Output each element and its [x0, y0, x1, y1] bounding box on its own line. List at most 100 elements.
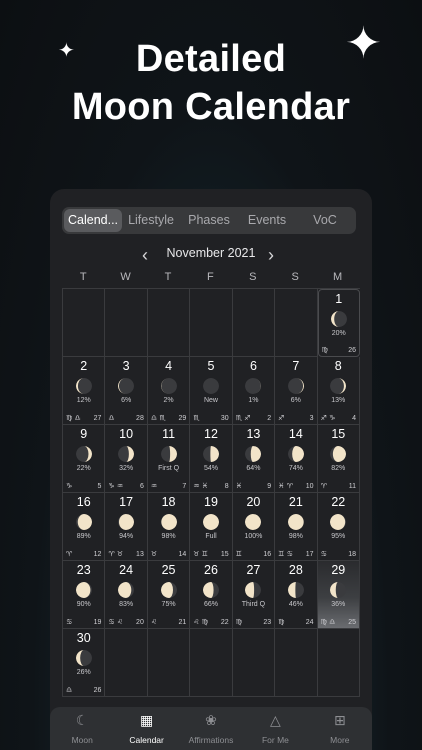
- zodiac-sign-icon: ♎: [108, 414, 115, 422]
- tab-label: Calendar: [129, 735, 164, 745]
- day-number: 29: [331, 563, 346, 577]
- empty-cell: [317, 629, 360, 697]
- day-cell[interactable]: 29 36% ♍ ♎ 25: [317, 561, 360, 629]
- day-cell[interactable]: 22 95% ♋ 18: [317, 493, 360, 561]
- empty-cell: [105, 629, 148, 697]
- day-cell[interactable]: 8 13% ♐ ♑ 4: [317, 357, 360, 425]
- day-cell[interactable]: 16 89% ♈ 12: [63, 493, 106, 561]
- illumination-label: 83%: [119, 601, 134, 608]
- lunar-day-number: 15: [220, 551, 229, 558]
- segment-tab[interactable]: Calend...: [64, 209, 122, 232]
- lunar-day-number: 4: [352, 415, 356, 422]
- tab-label: For Me: [261, 735, 289, 745]
- previous-month-arrow-icon[interactable]: ‹: [142, 245, 148, 266]
- illumination-label: 90%: [76, 601, 91, 608]
- moon-phase-icon: [75, 378, 92, 394]
- day-cell[interactable]: 6 1% ♏ ♐ 2: [232, 357, 276, 425]
- zodiac-sign-icon: ♍ ♎: [320, 618, 336, 626]
- day-cell[interactable]: 27 Third Q ♍ 23: [232, 561, 276, 629]
- day-cell[interactable]: 26 66% ♌ ♍ 22: [190, 561, 233, 629]
- day-cell[interactable]: 4 2% ♎ ♏ 29: [147, 357, 191, 425]
- lunar-day-number: 16: [263, 551, 272, 558]
- moon-phase-icon: [287, 514, 304, 530]
- moon-phase-icon: [287, 378, 304, 394]
- zodiac-sign-icon: ♋: [66, 618, 73, 626]
- tab-more[interactable]: ⊞ More: [308, 707, 372, 750]
- zodiac-sign-icon: ♎: [66, 686, 73, 694]
- lunar-day-number: 26: [348, 347, 356, 354]
- zodiac-sign-icon: ♑ ♒: [108, 482, 124, 490]
- month-navigator: ‹ November 2021 ›: [50, 245, 372, 266]
- day-number: 22: [331, 495, 346, 509]
- lunar-day-number: 8: [224, 483, 229, 490]
- moon-phase-icon: [75, 446, 92, 462]
- lunar-day-number: 3: [309, 415, 314, 422]
- zodiac-sign-icon: ♒ ♓: [193, 482, 209, 490]
- segment-tab[interactable]: VoC: [296, 209, 354, 232]
- moon-phase-icon: [160, 378, 177, 394]
- day-cell[interactable]: 25 75% ♌ 21: [147, 561, 191, 629]
- day-cell[interactable]: 1 20% ♍ 26: [317, 289, 360, 357]
- segment-tab[interactable]: Phases: [180, 209, 238, 232]
- moon-phase-icon: [118, 514, 135, 530]
- lunar-day-number: 27: [93, 415, 102, 422]
- weekday-label: F: [207, 271, 214, 283]
- moon-phase-icon: [330, 446, 347, 462]
- day-number: 19: [204, 495, 218, 509]
- illumination-label: 64%: [246, 465, 261, 472]
- empty-cell: [63, 289, 106, 357]
- moon-phase-icon: [245, 514, 262, 530]
- day-cell[interactable]: 2 12% ♍ ♎ 27: [63, 357, 106, 425]
- lunar-day-number: 28: [136, 415, 144, 422]
- lunar-day-number: 13: [136, 551, 144, 558]
- tab-calendar[interactable]: ▦ Calendar: [114, 707, 178, 750]
- moon-phase-icon: [202, 514, 219, 530]
- zodiac-sign-icon: ♉: [150, 550, 158, 558]
- day-cell[interactable]: 9 22% ♑ 5: [63, 425, 106, 493]
- zodiac-sign-icon: ♎ ♏: [150, 414, 166, 422]
- tab-moon[interactable]: ☾ Moon: [50, 707, 114, 750]
- day-cell[interactable]: 21 98% ♊ ♋ 17: [275, 493, 318, 561]
- day-number: 27: [246, 563, 261, 577]
- illumination-label: Full: [205, 533, 217, 540]
- day-cell[interactable]: 30 26% ♎ 26: [63, 629, 106, 697]
- day-number: 28: [288, 563, 303, 577]
- day-cell[interactable]: 23 90% ♋ 19: [63, 561, 106, 629]
- day-cell[interactable]: 13 64% ♓ 9: [232, 425, 276, 493]
- day-cell[interactable]: 7 6% ♐ 3: [275, 357, 318, 425]
- day-cell[interactable]: 11 First Q ♒ 7: [147, 425, 191, 493]
- zodiac-sign-icon: ♉ ♊: [193, 550, 209, 558]
- day-number: 21: [288, 495, 303, 509]
- day-cell[interactable]: 24 83% ♋ ♌ 20: [105, 561, 148, 629]
- illumination-label: 26%: [76, 669, 91, 676]
- illumination-label: 94%: [119, 533, 134, 540]
- segment-tab[interactable]: Events: [238, 209, 296, 232]
- weekday-label: S: [291, 271, 299, 283]
- day-number: 6: [249, 359, 257, 373]
- day-cell[interactable]: 12 54% ♒ ♓ 8: [190, 425, 233, 493]
- day-cell[interactable]: 17 94% ♈ ♉ 13: [105, 493, 148, 561]
- day-cell[interactable]: 10 32% ♑ ♒ 6: [105, 425, 148, 493]
- day-cell[interactable]: 28 46% ♍ 24: [275, 561, 318, 629]
- lunar-day-number: 9: [267, 483, 272, 490]
- next-month-arrow-icon[interactable]: ›: [268, 245, 274, 266]
- zodiac-sign-icon: ♒: [150, 482, 158, 490]
- segment-tab[interactable]: Lifestyle: [122, 209, 180, 232]
- tab-for-me[interactable]: △ For Me: [243, 707, 307, 750]
- day-cell[interactable]: 19 Full ♉ ♊ 15: [190, 493, 233, 561]
- day-cell[interactable]: 15 82% ♈ 11: [317, 425, 360, 493]
- illumination-label: 74%: [288, 465, 303, 472]
- day-cell[interactable]: 20 100% ♊ 16: [232, 493, 276, 561]
- zodiac-sign-icon: ♈: [320, 482, 327, 490]
- tab-affirmations[interactable]: ❀ Affirmations: [179, 707, 243, 750]
- illumination-label: 75%: [161, 601, 176, 608]
- moon-phase-icon: [287, 582, 304, 598]
- day-number: 10: [119, 427, 134, 441]
- day-number: 18: [161, 495, 176, 509]
- illumination-label: Third Q: [241, 601, 266, 608]
- day-cell[interactable]: 14 74% ♓ ♈ 10: [275, 425, 318, 493]
- day-cell[interactable]: 18 98% ♉ 14: [147, 493, 191, 561]
- day-cell[interactable]: 5 New ♏ 30: [190, 357, 233, 425]
- empty-cell: [105, 289, 148, 357]
- day-cell[interactable]: 3 6% ♎ 28: [105, 357, 148, 425]
